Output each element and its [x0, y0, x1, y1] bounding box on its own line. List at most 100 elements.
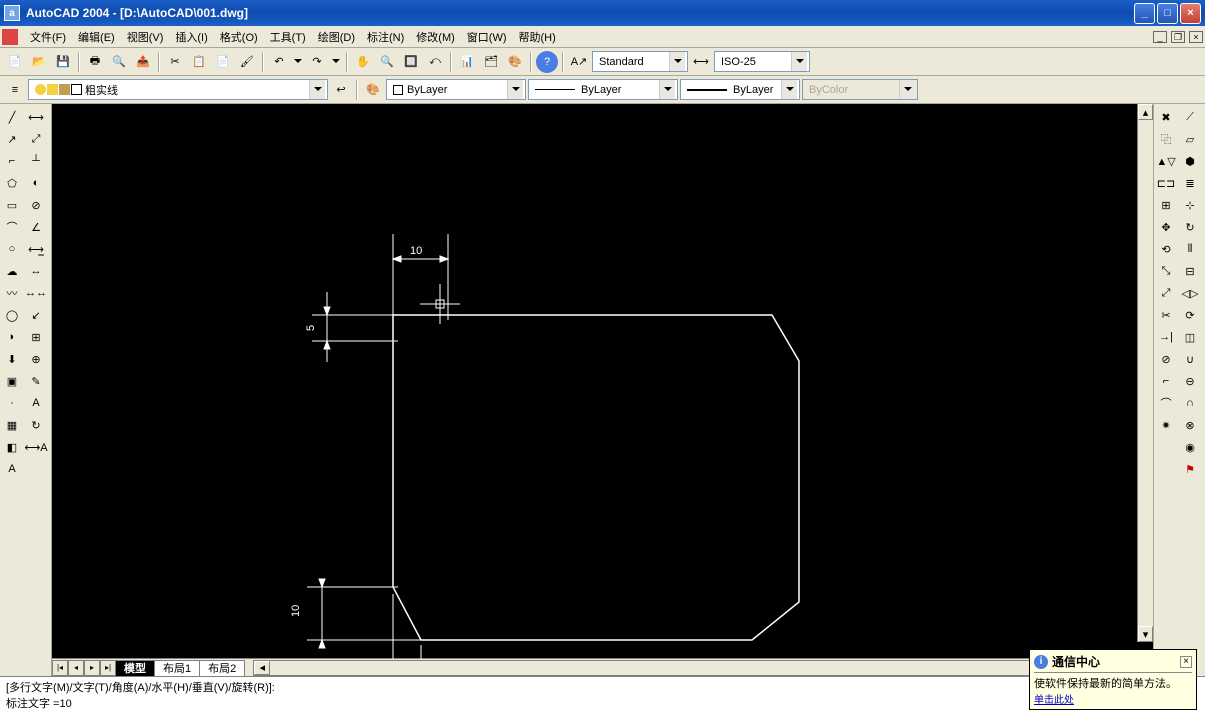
dimupdate-icon[interactable]: ↻: [24, 414, 48, 436]
list-icon[interactable]: ≣: [1178, 172, 1202, 194]
hatch-icon[interactable]: ▦: [0, 414, 24, 436]
tab-prev-icon[interactable]: ◂: [68, 660, 84, 676]
tolerance-icon[interactable]: ⊞: [24, 326, 48, 348]
mdi-minimize[interactable]: _: [1153, 31, 1167, 43]
maximize-button[interactable]: □: [1157, 3, 1178, 24]
new-icon[interactable]: 📄: [4, 51, 26, 73]
circle-icon[interactable]: ○: [0, 238, 24, 260]
chevron-down-icon[interactable]: [791, 52, 807, 71]
centermark-icon[interactable]: ⊕: [24, 348, 48, 370]
union-icon[interactable]: ∪: [1178, 348, 1202, 370]
popup-link[interactable]: 单击此处: [1034, 691, 1192, 706]
solids-icon[interactable]: ◫: [1178, 326, 1202, 348]
rotate-icon[interactable]: ⟲: [1154, 238, 1178, 260]
subtract-icon[interactable]: ⊖: [1178, 370, 1202, 392]
dist-icon[interactable]: ⟋: [1178, 106, 1202, 128]
dimstyle-tb-icon[interactable]: ⟷A: [24, 436, 48, 458]
fillet-icon[interactable]: ⌒: [1154, 392, 1178, 414]
menu-view[interactable]: 视图(V): [121, 27, 170, 47]
open-icon[interactable]: 📂: [28, 51, 50, 73]
copy-icon[interactable]: 📋: [188, 51, 210, 73]
menu-insert[interactable]: 插入(I): [169, 27, 213, 47]
design-center-icon[interactable]: 🗂: [480, 51, 502, 73]
id-icon[interactable]: ⊹: [1178, 194, 1202, 216]
break-icon[interactable]: ⊘: [1154, 348, 1178, 370]
area-icon[interactable]: ▱: [1178, 128, 1202, 150]
textstyle-combo[interactable]: Standard: [592, 51, 688, 72]
tool-palette-icon[interactable]: 🎨: [504, 51, 526, 73]
scroll-left-icon[interactable]: ◂: [254, 661, 270, 675]
dim-angular-icon[interactable]: ∠: [24, 216, 48, 238]
move-icon[interactable]: ✥: [1154, 216, 1178, 238]
erase-icon[interactable]: ✖: [1154, 106, 1178, 128]
preview-icon[interactable]: 🔍: [108, 51, 130, 73]
region-icon[interactable]: ◧: [0, 436, 24, 458]
rotate3d2-icon[interactable]: ⟳: [1178, 304, 1202, 326]
menu-window[interactable]: 窗口(W): [461, 27, 513, 47]
spline-icon[interactable]: 〰: [0, 282, 24, 304]
undo-dropdown[interactable]: [292, 51, 304, 73]
properties-icon[interactable]: 📊: [456, 51, 478, 73]
chevron-down-icon[interactable]: [781, 80, 797, 99]
stretch-icon[interactable]: ⤢: [1154, 282, 1178, 304]
intersect-icon[interactable]: ∩: [1178, 392, 1202, 414]
zoom-prev-icon[interactable]: ⤺: [424, 51, 446, 73]
menu-format[interactable]: 格式(O): [214, 27, 264, 47]
cut-icon[interactable]: ✂: [164, 51, 186, 73]
menu-edit[interactable]: 编辑(E): [72, 27, 121, 47]
textstyle-icon[interactable]: A↗: [568, 51, 590, 73]
point-icon[interactable]: ·: [0, 392, 24, 414]
dim-baseline-icon[interactable]: ↔: [24, 260, 48, 282]
matchprop-icon[interactable]: 🖌: [236, 51, 258, 73]
mdi-restore[interactable]: ❐: [1171, 31, 1185, 43]
pline-icon[interactable]: ⌐: [0, 150, 24, 172]
3darray-icon[interactable]: ⊟: [1178, 260, 1202, 282]
vscrollbar[interactable]: ▴ ▾: [1137, 104, 1153, 642]
arc-icon[interactable]: ⌒: [0, 216, 24, 238]
extend-icon[interactable]: →|: [1154, 326, 1178, 348]
rotate3d-icon[interactable]: ↻: [1178, 216, 1202, 238]
tab-last-icon[interactable]: ▸|: [100, 660, 116, 676]
dimedit-icon[interactable]: ✎: [24, 370, 48, 392]
pan-icon[interactable]: ✋: [352, 51, 374, 73]
dim-continue-icon[interactable]: ↔↔: [24, 282, 48, 304]
massprop-icon[interactable]: ⬢: [1178, 150, 1202, 172]
dim-linear-icon[interactable]: ⟷: [24, 106, 48, 128]
align-icon[interactable]: ⫴: [1178, 238, 1202, 260]
tab-model[interactable]: 模型: [115, 660, 155, 676]
color-combo[interactable]: ByLayer: [386, 79, 526, 100]
scroll-down-icon[interactable]: ▾: [1138, 626, 1153, 642]
close-button[interactable]: ×: [1180, 3, 1201, 24]
offset-icon[interactable]: ⊏⊐: [1154, 172, 1178, 194]
redo-dropdown[interactable]: [330, 51, 342, 73]
dim-radius-icon[interactable]: ◐: [24, 172, 48, 194]
setup-icon[interactable]: ⚑: [1178, 458, 1202, 480]
menu-modify[interactable]: 修改(M): [410, 27, 461, 47]
chevron-down-icon[interactable]: [669, 52, 685, 71]
chevron-down-icon[interactable]: [507, 80, 523, 99]
tab-next-icon[interactable]: ▸: [84, 660, 100, 676]
lineweight-combo[interactable]: ByLayer: [680, 79, 800, 100]
command-line[interactable]: [多行文字(M)/文字(T)/角度(A)/水平(H)/垂直(V)/旋转(R)]:…: [0, 676, 1205, 712]
menu-tools[interactable]: 工具(T): [264, 27, 312, 47]
layer-prev-icon[interactable]: ↩: [330, 79, 352, 101]
menu-draw[interactable]: 绘图(D): [312, 27, 361, 47]
xline-icon[interactable]: ↗: [0, 128, 24, 150]
redo-icon[interactable]: ↷: [306, 51, 328, 73]
revcloud-icon[interactable]: ☁: [0, 260, 24, 282]
trim-icon[interactable]: ✂: [1154, 304, 1178, 326]
hscrollbar[interactable]: ◂ ▸: [253, 660, 1153, 676]
undo-icon[interactable]: ↶: [268, 51, 290, 73]
color-btn-icon[interactable]: 🎨: [362, 79, 384, 101]
ellipse-icon[interactable]: ◯: [0, 304, 24, 326]
mirror3d-icon[interactable]: ◁▷: [1178, 282, 1202, 304]
layer-combo[interactable]: 粗实线: [28, 79, 328, 100]
copy-obj-icon[interactable]: ⿻: [1154, 128, 1178, 150]
zoom-rt-icon[interactable]: 🔍: [376, 51, 398, 73]
chevron-down-icon[interactable]: [659, 80, 675, 99]
dim-diameter-icon[interactable]: ⊘: [24, 194, 48, 216]
dimstyle-combo[interactable]: ISO-25: [714, 51, 810, 72]
polygon-icon[interactable]: ⬠: [0, 172, 24, 194]
explode-icon[interactable]: ✷: [1154, 414, 1178, 436]
tab-layout1[interactable]: 布局1: [154, 660, 200, 676]
